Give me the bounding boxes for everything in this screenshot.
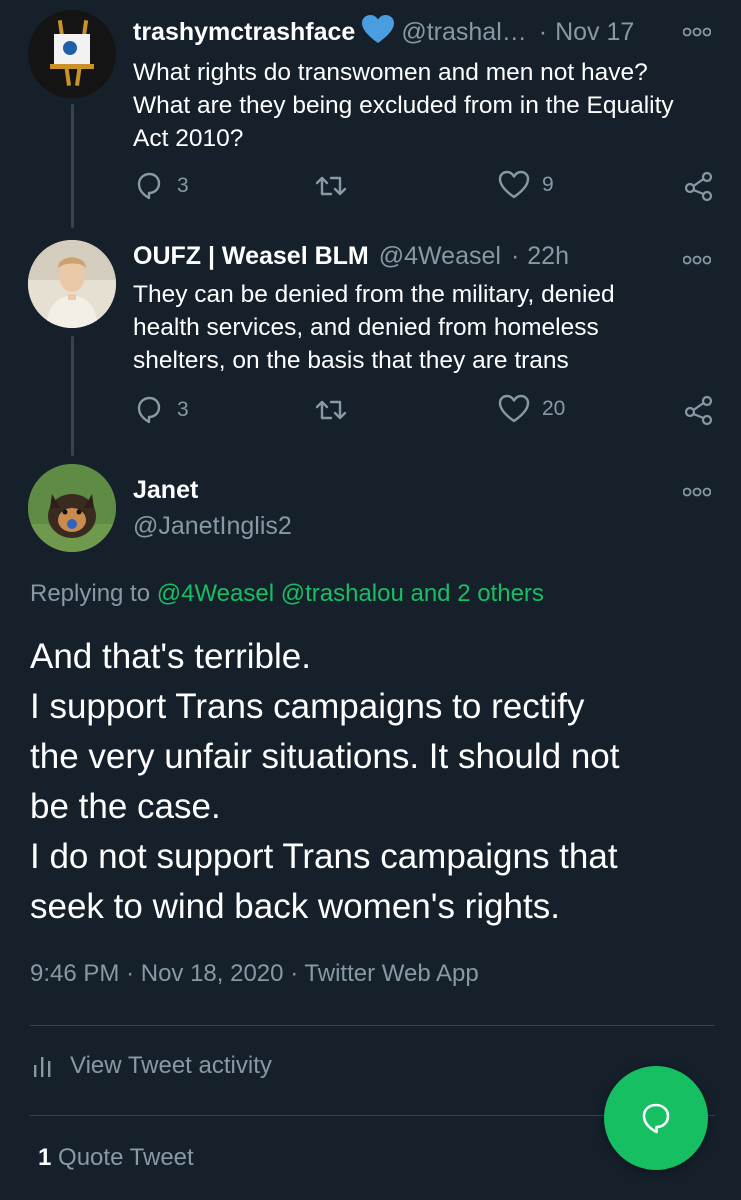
like-count: 20 <box>542 397 566 420</box>
main-tweet-line: the very unfair situations. It should no… <box>30 737 620 776</box>
replying-prefix: Replying to <box>30 580 151 607</box>
share-button[interactable] <box>683 170 715 202</box>
avatar-trashymctrashface[interactable] <box>28 10 116 98</box>
quote-tweets-link[interactable]: 1 Quote Tweet <box>38 1144 194 1172</box>
compose-reply-icon <box>642 1103 670 1134</box>
more-icon[interactable] <box>682 484 712 502</box>
user-handle[interactable]: @JanetInglis2 <box>133 512 292 541</box>
activity-icon <box>34 1057 51 1077</box>
reply-icon <box>137 172 161 200</box>
tweet-text: They can be denied from the military, de… <box>133 278 723 377</box>
tweet-trashymctrashface[interactable]: trashymctrashface @trashal… · Nov 17 Wha… <box>0 0 741 232</box>
thread-line <box>71 336 74 456</box>
tweet-time[interactable]: Nov 17 <box>555 18 634 47</box>
tweet-text-line: shelters, on the basis that they are tra… <box>133 347 569 374</box>
like-icon <box>498 170 530 199</box>
tweet-header: OUFZ | Weasel BLM @4Weasel · 22h <box>133 242 569 271</box>
reply-button[interactable]: 3 <box>133 394 189 426</box>
user-handle[interactable]: @trashal… <box>401 18 526 47</box>
replying-to: Replying to @4Weasel @trashalou and 2 ot… <box>30 580 544 608</box>
retweet-icon <box>315 400 347 420</box>
like-button[interactable]: 9 <box>498 170 554 200</box>
quote-count: 1 <box>38 1144 52 1171</box>
heart-verified-icon <box>361 14 395 51</box>
divider <box>30 1025 715 1026</box>
display-name[interactable]: OUFZ | Weasel BLM <box>133 242 369 271</box>
like-count: 9 <box>542 173 554 196</box>
like-icon <box>498 394 530 423</box>
separator: · <box>510 242 520 270</box>
avatar-4weasel[interactable] <box>28 240 116 328</box>
tweet-header: trashymctrashface @trashal… · Nov 17 <box>133 14 634 51</box>
tweet-meta: 9:46 PM · Nov 18, 2020 · Twitter Web App <box>30 960 479 987</box>
user-handle[interactable]: @4Weasel <box>379 242 501 271</box>
retweet-icon <box>315 176 347 196</box>
main-tweet-line: seek to wind back women's rights. <box>30 887 560 926</box>
reply-icon <box>137 396 161 424</box>
more-icon[interactable] <box>682 24 712 42</box>
main-tweet-line: be the case. <box>30 787 221 826</box>
tweet-source[interactable]: Twitter Web App <box>304 960 478 987</box>
tweet-text-line: What rights do transwomen and men not ha… <box>133 59 648 86</box>
tweet-text-line: They can be denied from the military, de… <box>133 281 615 308</box>
tweet-time[interactable]: 22h <box>527 242 569 271</box>
tweet-text-line: Act 2010? <box>133 125 244 152</box>
main-tweet-line: And that's terrible. <box>30 637 311 676</box>
tweet-date[interactable]: Nov 18, 2020 <box>141 960 284 987</box>
retweet-button[interactable] <box>313 394 349 426</box>
avatar-janet[interactable] <box>28 464 116 552</box>
tweet-text-line: health services, and denied from homeles… <box>133 314 599 341</box>
quote-label: Quote Tweet <box>58 1144 194 1171</box>
tweet-text-line: What are they being excluded from in the… <box>133 92 674 119</box>
share-icon <box>684 395 713 426</box>
share-icon <box>684 171 713 202</box>
like-button[interactable]: 20 <box>498 394 565 424</box>
activity-label: View Tweet activity <box>70 1052 272 1079</box>
more-icon[interactable] <box>682 252 712 270</box>
compose-reply-button[interactable] <box>604 1066 708 1170</box>
view-tweet-activity-button[interactable]: View Tweet activity <box>30 1052 272 1080</box>
share-button[interactable] <box>683 394 715 426</box>
reply-count: 3 <box>177 398 189 421</box>
thread-line <box>71 104 74 228</box>
tweet-4weasel[interactable]: OUFZ | Weasel BLM @4Weasel · 22h They ca… <box>0 232 741 460</box>
replying-targets-link[interactable]: @4Weasel @trashalou and 2 others <box>157 580 544 607</box>
reply-count: 3 <box>177 174 189 197</box>
retweet-button[interactable] <box>313 170 349 202</box>
display-name[interactable]: Janet <box>133 476 198 505</box>
tweet-actions: 3 20 <box>133 394 723 430</box>
separator: · <box>538 18 548 46</box>
tweet-time[interactable]: 9:46 PM <box>30 960 119 987</box>
main-tweet-text: And that's terrible. I support Trans cam… <box>30 632 720 932</box>
main-tweet-line: I support Trans campaigns to rectify <box>30 687 585 726</box>
tweet-text: What rights do transwomen and men not ha… <box>133 56 723 155</box>
reply-button[interactable]: 3 <box>133 170 189 202</box>
main-tweet-line: I do not support Trans campaigns that <box>30 837 618 876</box>
display-name[interactable]: trashymctrashface <box>133 18 355 47</box>
tweet-actions: 3 9 <box>133 170 723 206</box>
